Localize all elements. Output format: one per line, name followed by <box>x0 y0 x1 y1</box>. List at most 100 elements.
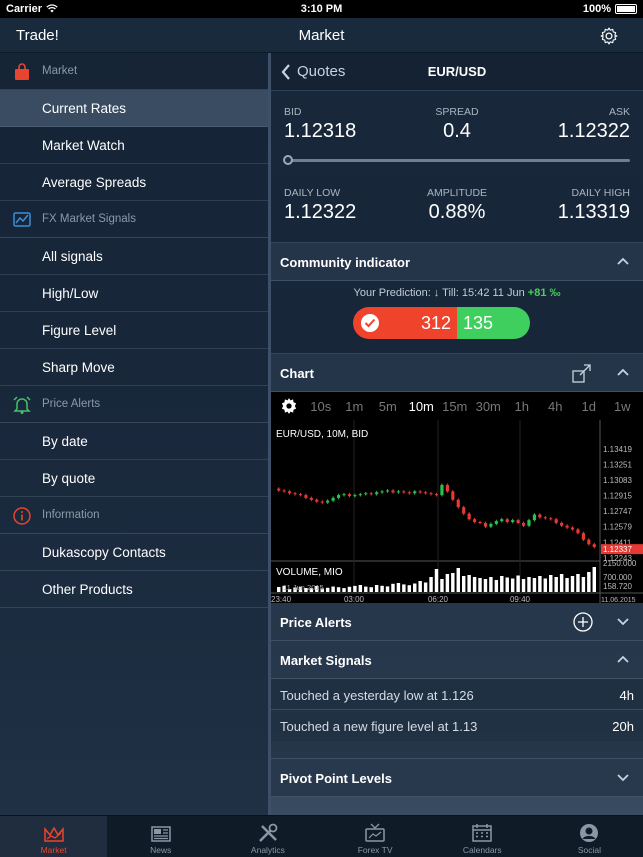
volume-bar <box>570 576 575 592</box>
volume-bar <box>374 585 379 592</box>
range-slider-knob[interactable] <box>283 155 293 165</box>
community-indicator-header[interactable]: Community indicator <box>271 243 643 281</box>
gear-icon[interactable] <box>280 397 298 415</box>
candle-body <box>391 490 395 493</box>
market-signal-row[interactable]: Touched a new figure level at 1.13 20h <box>271 710 643 741</box>
tab-forex-tv[interactable]: Forex TV <box>322 816 429 857</box>
expand-icon[interactable] <box>572 364 591 383</box>
sidebar-item-other-products[interactable]: Other Products <box>0 571 268 608</box>
sidebar-item-market-watch[interactable]: Market Watch <box>0 127 268 164</box>
candle-body <box>527 520 531 526</box>
tab-calendars[interactable]: Calendars <box>429 816 536 857</box>
price-chart[interactable]: 1.13419 1.13251 1.13083 1.12915 1.12747 1.125… <box>271 420 643 603</box>
volume-bar <box>380 585 384 592</box>
timeframe-15m[interactable]: 15m <box>438 399 472 414</box>
tab-analytics[interactable]: Analytics <box>214 816 321 857</box>
navigation-bar: Trade! Market <box>0 18 643 53</box>
signal-text: Touched a new figure level at 1.13 <box>280 719 478 734</box>
volume-bar <box>445 574 450 592</box>
prediction-text: Your Prediction: ↓ Till: 15:42 11 Jun +8… <box>271 287 643 299</box>
candle-body <box>277 488 281 491</box>
timeframe-list: 10s 1m 5m 10m 15m 30m 1h 4h 1d 1w <box>304 399 639 414</box>
candle-body <box>489 523 493 527</box>
sidebar-item-by-date[interactable]: By date <box>0 423 268 460</box>
timeframe-5m[interactable]: 5m <box>371 399 405 414</box>
timeframe-10s[interactable]: 10s <box>304 399 338 414</box>
chevron-up-icon[interactable] <box>617 256 629 266</box>
checkmark-icon <box>361 314 379 332</box>
chevron-down-icon[interactable] <box>617 772 629 782</box>
candle-body <box>424 492 428 494</box>
candle-body <box>516 520 520 523</box>
volume-bar <box>587 572 591 592</box>
tab-label: Social <box>577 845 602 855</box>
volume-bar <box>489 577 493 592</box>
volume-bar <box>527 577 531 592</box>
timeframe-4h[interactable]: 4h <box>539 399 573 414</box>
tab-market[interactable]: Market <box>0 816 108 857</box>
timeframe-1m[interactable]: 1m <box>338 399 372 414</box>
timeframe-1d[interactable]: 1d <box>572 399 606 414</box>
timeframe-10m[interactable]: 10m <box>405 399 439 414</box>
sidebar-item-by-quote[interactable]: By quote <box>0 460 268 497</box>
candle-body <box>462 507 466 514</box>
sidebar-item-all-signals[interactable]: All signals <box>0 238 268 275</box>
volume-bar <box>385 586 390 592</box>
tools-icon <box>259 823 278 842</box>
volume-bar <box>451 573 455 592</box>
sidebar-item-average-spreads[interactable]: Average Spreads <box>0 164 268 201</box>
gear-icon[interactable] <box>599 26 619 46</box>
candlestick-chart[interactable]: 1.13419 1.13251 1.13083 1.12915 1.12747 1.125… <box>271 420 643 603</box>
buy-votes[interactable]: 135 <box>457 307 530 339</box>
candle-body <box>451 491 455 500</box>
add-icon[interactable] <box>573 612 593 632</box>
price-alerts-header[interactable]: Price Alerts <box>271 603 643 641</box>
section-label: FX Market Signals <box>42 213 136 225</box>
newspaper-icon <box>151 826 171 842</box>
rates-panel: BID 1.12318 SPREAD 0.4 ASK 1.12322 DAILY… <box>271 91 643 243</box>
tab-bar: Market News Analytics Forex TV Calendars… <box>0 815 643 857</box>
y-tick-label: 1.13083 <box>603 476 632 485</box>
candle-body <box>315 499 319 502</box>
market-signals-header[interactable]: Market Signals <box>271 641 643 679</box>
volume-bar <box>549 575 553 592</box>
candle-body <box>549 518 553 520</box>
sentiment-bar[interactable]: 312 135 <box>353 307 530 339</box>
timeframe-1h[interactable]: 1h <box>505 399 539 414</box>
timeframe-30m[interactable]: 30m <box>472 399 506 414</box>
signal-age: 4h <box>619 688 634 703</box>
chevron-up-icon[interactable] <box>617 654 629 664</box>
page-title: Market <box>298 27 345 44</box>
tab-label: Market <box>40 845 67 855</box>
y-tick-label: 1.12579 <box>603 523 632 532</box>
timeframe-1w[interactable]: 1w <box>606 399 640 414</box>
quotes-header: Quotes EUR/USD <box>271 53 643 91</box>
daily-high-label: DAILY HIGH <box>571 187 630 199</box>
volume-bar <box>413 583 417 592</box>
chevron-down-icon[interactable] <box>617 616 629 626</box>
sidebar-item-dukascopy-contacts[interactable]: Dukascopy Contacts <box>0 534 268 571</box>
chart-header[interactable]: Chart <box>271 354 643 392</box>
sidebar-item-current-rates[interactable]: Current Rates <box>0 90 268 127</box>
pivot-point-header[interactable]: Pivot Point Levels <box>271 759 643 797</box>
x-tick-label: 06:20 <box>428 595 449 603</box>
volume-bar <box>342 588 346 592</box>
sidebar-item-sharp-move[interactable]: Sharp Move <box>0 349 268 386</box>
sidebar-item-high-low[interactable]: High/Low <box>0 275 268 312</box>
last-price-label: 1.12337 <box>603 545 632 554</box>
volume-bar <box>521 579 526 592</box>
sidebar-item-figure-level[interactable]: Figure Level <box>0 312 268 349</box>
market-signal-row[interactable]: Touched a yesterday low at 1.126 4h <box>271 679 643 710</box>
volume-bar <box>358 585 363 592</box>
tab-social[interactable]: Social <box>536 816 643 857</box>
tab-news[interactable]: News <box>107 816 214 857</box>
y-tick-label: 1.13251 <box>603 460 632 469</box>
chevron-up-icon[interactable] <box>617 367 629 377</box>
main-panel: Quotes EUR/USD BID 1.12318 SPREAD 0.4 AS… <box>271 53 643 815</box>
candle-body <box>309 497 313 500</box>
prediction-prefix: Your Prediction: ↓ Till: 15:42 11 Jun <box>353 287 528 299</box>
y-tick-label: 1.13419 <box>603 445 632 454</box>
volume-bar <box>500 576 504 592</box>
volume-bar <box>581 577 586 592</box>
sell-votes[interactable]: 312 <box>353 307 457 339</box>
